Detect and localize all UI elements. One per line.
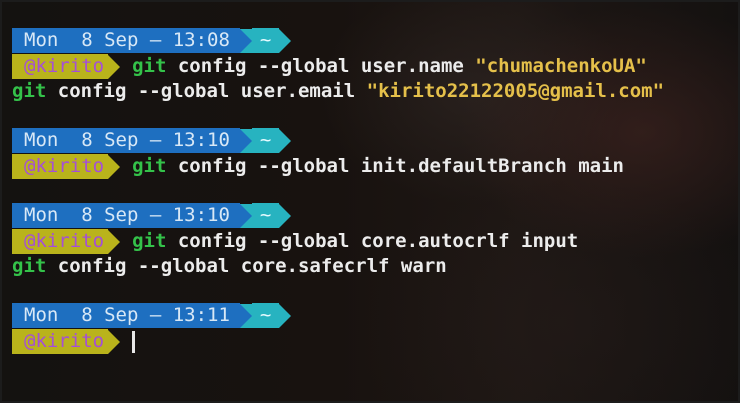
command-text: git config --global core.safecrlf warn: [12, 254, 447, 279]
powerline-separator-icon: [279, 128, 292, 153]
powerline-separator-icon: [239, 203, 252, 228]
powerline-separator-icon: [239, 303, 252, 328]
command-string-arg: "chumachenkoUA": [475, 55, 647, 77]
command-args: config --global user.email: [46, 80, 367, 102]
command-name: git: [12, 255, 47, 277]
command-line: @kirito git config --global core.autocrl…: [12, 229, 578, 254]
command-name: git: [132, 230, 167, 252]
prompt-info-line: Mon 8 Sep – 13:11 ~: [12, 303, 292, 328]
prompt-datetime: Mon 8 Sep – 13:08: [12, 28, 240, 53]
prompt-directory: ~: [251, 303, 280, 328]
command-name: git: [132, 55, 167, 77]
command-text: git config --global core.autocrlf input: [120, 229, 578, 254]
powerline-separator-icon: [239, 28, 252, 53]
command-line: @kirito git config --global user.name "c…: [12, 54, 647, 79]
prompt-info-line: Mon 8 Sep – 13:10 ~: [12, 128, 292, 153]
powerline-separator-icon: [279, 203, 292, 228]
active-command-line[interactable]: @kirito: [12, 329, 136, 354]
powerline-separator-icon: [108, 54, 121, 79]
prompt-user: @kirito: [12, 54, 109, 79]
prompt-user: @kirito: [12, 154, 109, 179]
command-line: @kirito git config --global init.default…: [12, 154, 624, 179]
prompt-datetime: Mon 8 Sep – 13:10: [12, 203, 240, 228]
powerline-separator-icon: [108, 154, 121, 179]
powerline-separator-icon: [108, 329, 121, 354]
prompt-user: @kirito: [12, 229, 109, 254]
prompt-info-line: Mon 8 Sep – 13:08 ~: [12, 28, 292, 53]
prompt-datetime: Mon 8 Sep – 13:10: [12, 128, 240, 153]
command-args: config --global core.autocrlf input: [166, 230, 579, 252]
command-name: git: [12, 80, 47, 102]
command-continuation-line: git config --global user.email "kirito22…: [12, 79, 664, 104]
powerline-separator-icon: [279, 28, 292, 53]
powerline-separator-icon: [108, 229, 121, 254]
command-string-arg: "kirito22122005@gmail.com": [366, 80, 665, 102]
command-args: config --global core.safecrlf warn: [46, 255, 447, 277]
prompt-datetime: Mon 8 Sep – 13:11: [12, 303, 240, 328]
text-cursor[interactable]: [132, 330, 136, 353]
command-continuation-line: git config --global core.safecrlf warn: [12, 254, 447, 279]
command-name: git: [132, 155, 167, 177]
prompt-directory: ~: [251, 128, 280, 153]
prompt-directory: ~: [251, 28, 280, 53]
terminal-window[interactable]: Mon 8 Sep – 13:08 ~ @kirito git config -…: [0, 0, 740, 403]
prompt-info-line: Mon 8 Sep – 13:10 ~: [12, 203, 292, 228]
prompt-user: @kirito: [12, 329, 109, 354]
command-text: git config --global init.defaultBranch m…: [120, 154, 624, 179]
powerline-separator-icon: [279, 303, 292, 328]
prompt-directory: ~: [251, 203, 280, 228]
command-text: git config --global user.name "chumachen…: [120, 54, 647, 79]
powerline-separator-icon: [239, 128, 252, 153]
command-args: config --global init.defaultBranch main: [166, 155, 624, 177]
command-text: git config --global user.email "kirito22…: [12, 79, 664, 104]
command-args: config --global user.name: [166, 55, 476, 77]
